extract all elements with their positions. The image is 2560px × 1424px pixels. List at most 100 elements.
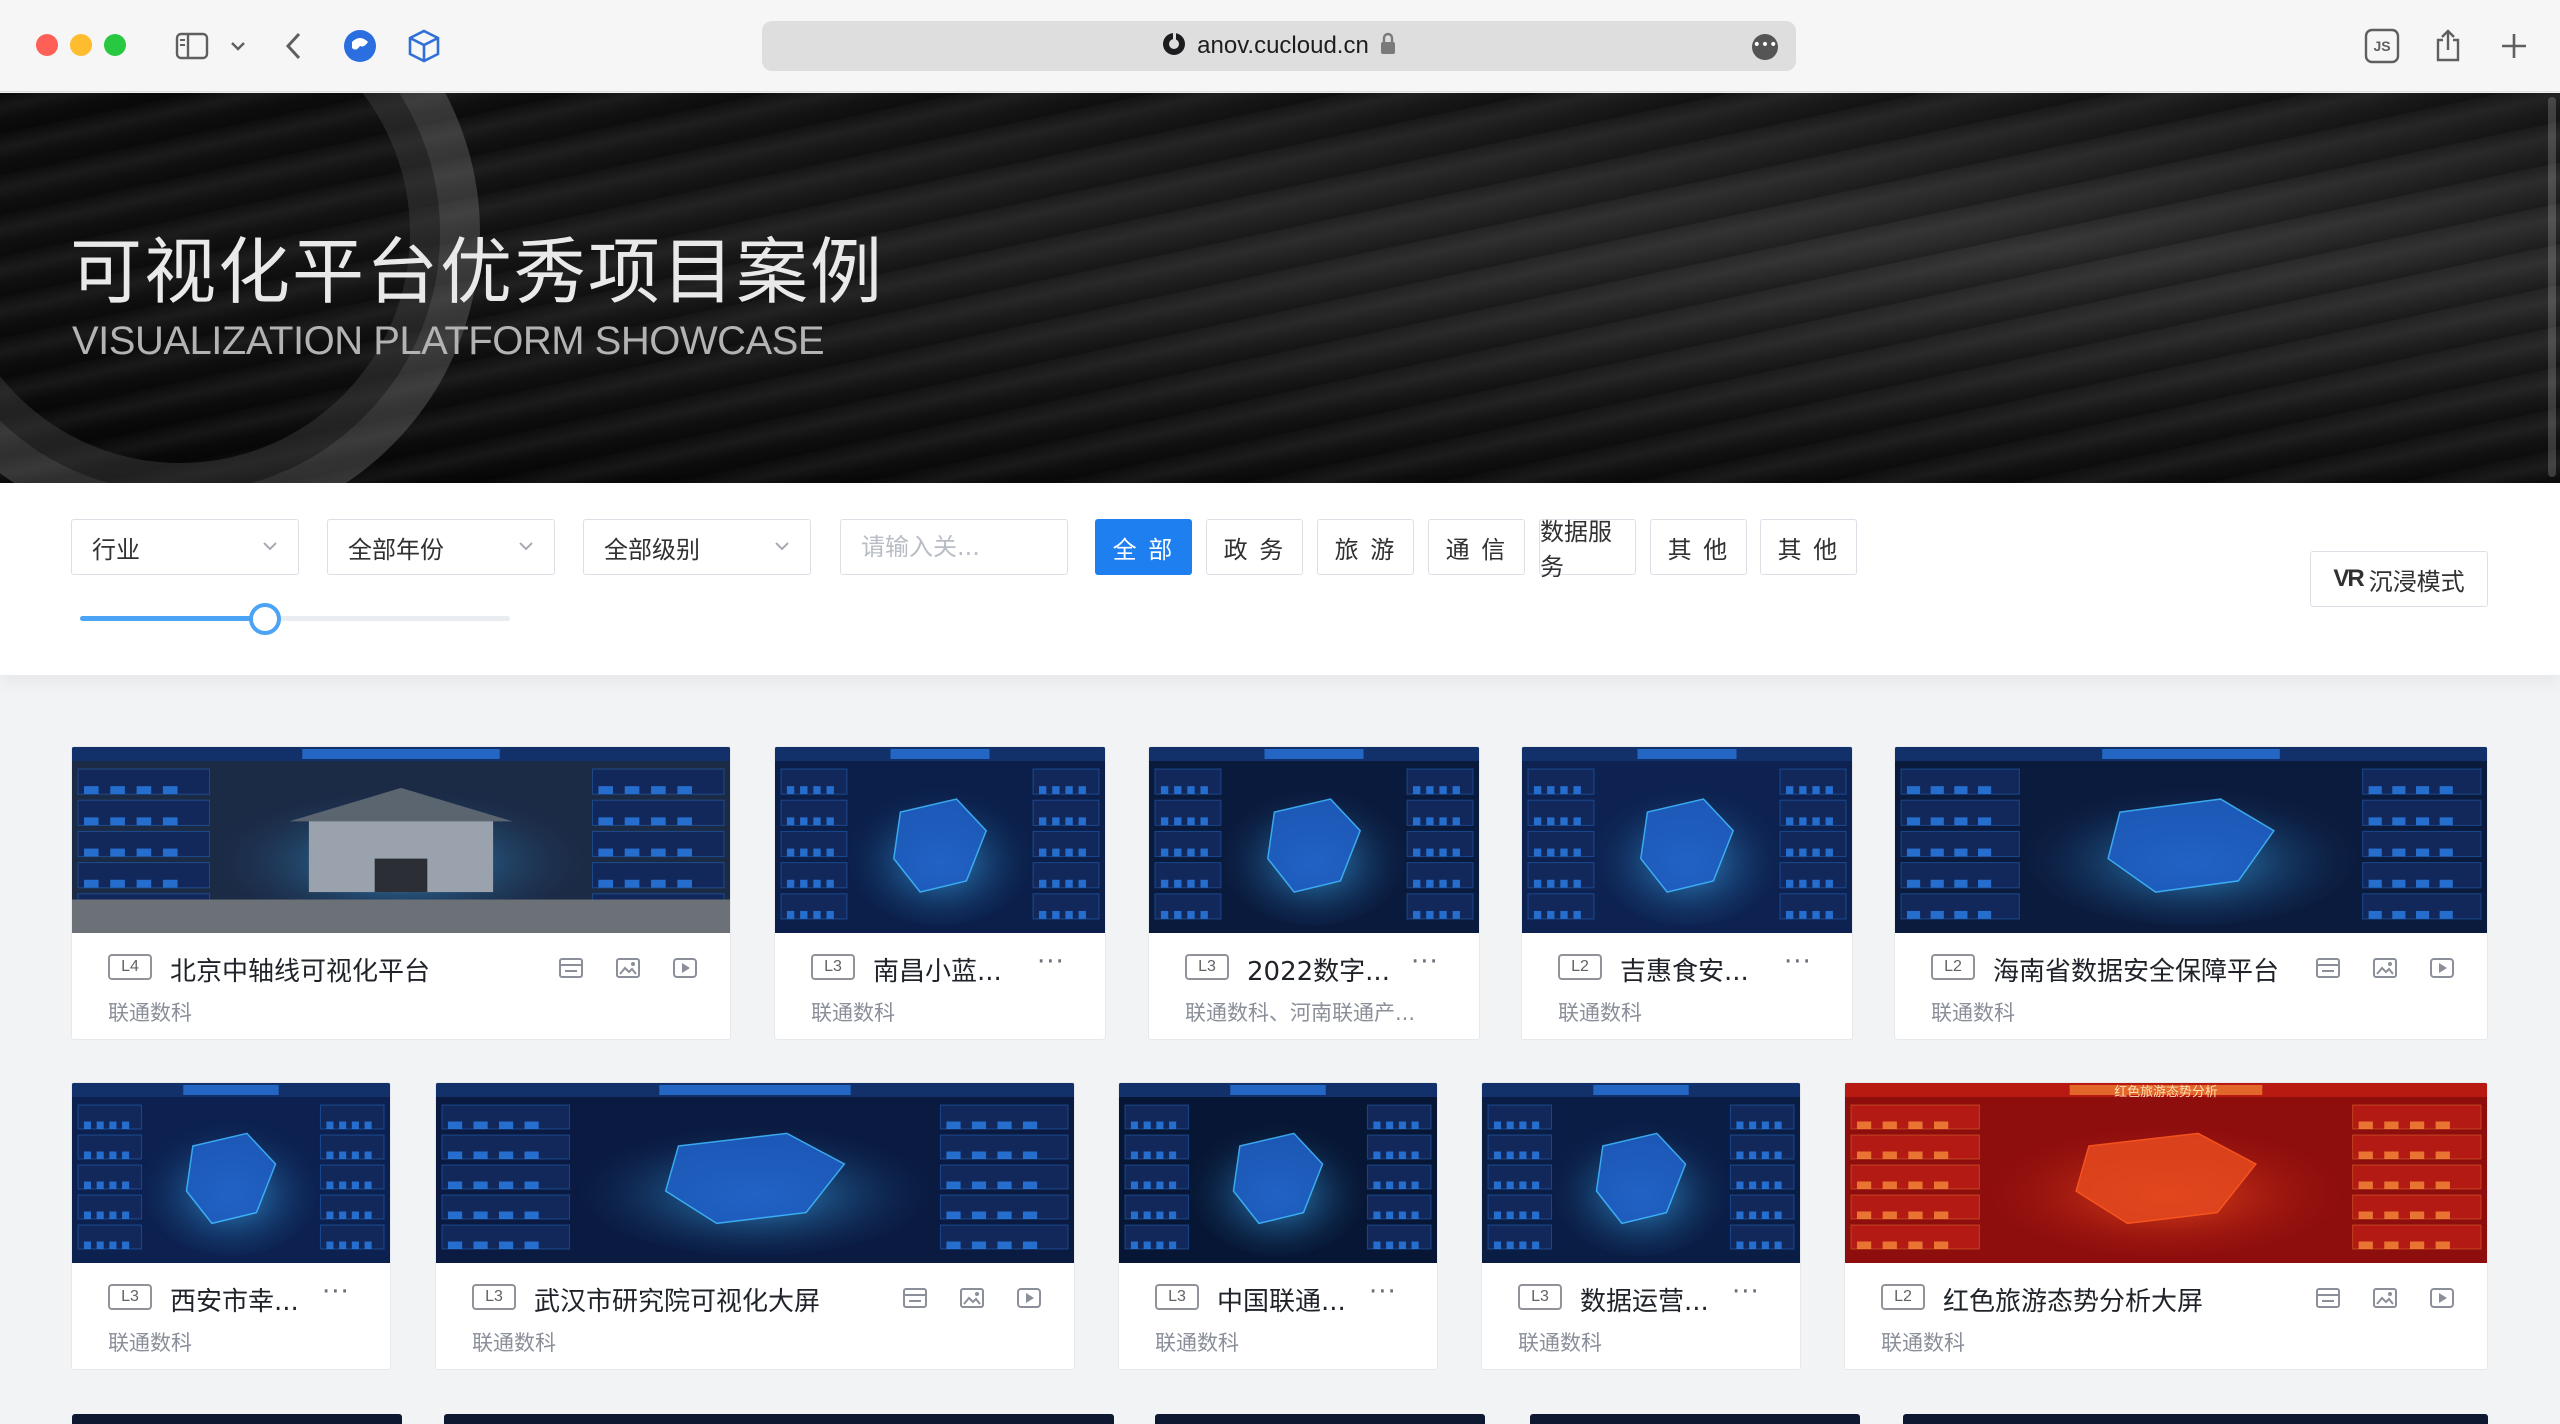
more-options-icon[interactable]: ···: [1411, 947, 1439, 977]
screenshot-icon[interactable]: [957, 1283, 987, 1313]
tag-telecom[interactable]: 通 信: [1428, 519, 1525, 575]
level-badge: L3: [1518, 1284, 1562, 1310]
project-thumbnail[interactable]: [1482, 1083, 1800, 1263]
project-title[interactable]: 数据运营...: [1580, 1281, 1709, 1318]
project-organization: 联通数科: [472, 1331, 556, 1355]
more-options-icon[interactable]: ···: [1732, 1277, 1760, 1307]
project-organization: 联通数科: [108, 1001, 192, 1025]
video-play-icon[interactable]: [1014, 1283, 1044, 1313]
site-icon: [1161, 31, 1187, 61]
project-card[interactable]: L3 武汉市研究院可视化大屏 联通数科: [435, 1082, 1075, 1370]
video-play-icon[interactable]: [2427, 1283, 2457, 1313]
page-subtitle: VISUALIZATION PLATFORM SHOWCASE: [72, 319, 825, 363]
project-card[interactable]: L3 西安市幸... 联通数科 ···: [71, 1082, 391, 1370]
address-bar[interactable]: anov.cucloud.cn •••: [762, 21, 1796, 71]
level-badge: L4: [108, 954, 152, 980]
tag-government[interactable]: 政 务: [1206, 519, 1303, 575]
project-title[interactable]: 武汉市研究院可视化大屏: [534, 1281, 820, 1318]
browser-toolbar: anov.cucloud.cn ••• JS: [0, 0, 2560, 92]
level-select-value: 全部级别: [604, 535, 700, 564]
project-thumbnail[interactable]: [72, 747, 730, 933]
screenshot-icon[interactable]: [613, 953, 643, 983]
zoom-window-button[interactable]: [104, 34, 126, 56]
extension-cube-icon[interactable]: [404, 24, 444, 68]
project-card[interactable]: L3 中国联通... 联通数科 ···: [1118, 1082, 1438, 1370]
project-title[interactable]: 南昌小蓝...: [873, 951, 1002, 988]
project-title[interactable]: 北京中轴线可视化平台: [170, 951, 430, 988]
project-thumbnail[interactable]: [72, 1083, 390, 1263]
search-input[interactable]: [840, 519, 1068, 575]
immersive-mode-label: 沉浸模式: [2368, 567, 2465, 596]
year-select-value: 全部年份: [348, 535, 444, 564]
industry-select[interactable]: 行业: [71, 519, 299, 575]
project-thumbnail[interactable]: [1522, 747, 1852, 933]
chevron-down-icon[interactable]: [228, 24, 248, 68]
page-menu-icon[interactable]: •••: [1752, 34, 1778, 60]
immersive-mode-button[interactable]: VR 沉浸模式: [2310, 551, 2488, 607]
close-window-button[interactable]: [36, 34, 58, 56]
filter-bar: 行业 全部年份 全部级别 全 部 政 务 旅 游 通 信 数据服务 其 他 其 …: [0, 483, 2560, 675]
lock-icon: [1379, 32, 1397, 60]
level-badge: L3: [1155, 1284, 1199, 1310]
project-thumbnail[interactable]: [1149, 747, 1479, 933]
more-options-icon[interactable]: ···: [1784, 947, 1812, 977]
tag-other-1[interactable]: 其 他: [1650, 519, 1747, 575]
project-card[interactable]: L3 2022数字... 联通数科、河南联通产... ···: [1148, 746, 1480, 1040]
detail-doc-icon[interactable]: [900, 1283, 930, 1313]
project-thumbnail[interactable]: 红色旅游态势分析: [1845, 1083, 2487, 1263]
project-card[interactable]: L2 海南省数据安全保障平台 联通数科: [1894, 746, 2488, 1040]
screenshot-icon[interactable]: [2370, 1283, 2400, 1313]
chevron-down-icon: [263, 542, 277, 551]
project-card[interactable]: 红色旅游态势分析 L2 红色旅游态势分析大屏 联通数科: [1844, 1082, 2488, 1370]
detail-doc-icon[interactable]: [2313, 953, 2343, 983]
project-card[interactable]: L3 南昌小蓝... 联通数科 ···: [774, 746, 1106, 1040]
year-select[interactable]: 全部年份: [327, 519, 555, 575]
project-thumbnail[interactable]: [436, 1083, 1074, 1263]
level-select[interactable]: 全部级别: [583, 519, 811, 575]
project-title[interactable]: 西安市幸...: [170, 1281, 299, 1318]
more-options-icon[interactable]: ···: [1037, 947, 1065, 977]
tag-other-2[interactable]: 其 他: [1760, 519, 1857, 575]
js-extension-icon[interactable]: JS: [2364, 24, 2400, 68]
tag-data-services[interactable]: 数据服务: [1539, 518, 1636, 581]
share-icon[interactable]: [2430, 24, 2466, 68]
project-thumbnail[interactable]: [775, 747, 1105, 933]
level-badge: L3: [108, 1284, 152, 1310]
slider-handle[interactable]: [248, 603, 281, 635]
project-card[interactable]: L2 吉惠食安... 联通数科 ···: [1521, 746, 1853, 1040]
video-play-icon[interactable]: [670, 953, 700, 983]
card-peek: [444, 1414, 1114, 1424]
project-thumbnail[interactable]: [1119, 1083, 1437, 1263]
project-title[interactable]: 中国联通...: [1217, 1281, 1346, 1318]
detail-doc-icon[interactable]: [2313, 1283, 2343, 1313]
card-peek: [1530, 1414, 1860, 1424]
video-play-icon[interactable]: [2427, 953, 2457, 983]
more-options-icon[interactable]: ···: [322, 1277, 350, 1307]
tag-all[interactable]: 全 部: [1095, 519, 1192, 575]
tag-tourism[interactable]: 旅 游: [1317, 519, 1414, 575]
project-title[interactable]: 吉惠食安...: [1620, 951, 1749, 988]
project-card[interactable]: L3 数据运营... 联通数科 ···: [1481, 1082, 1801, 1370]
extension-globe-icon[interactable]: [340, 24, 380, 68]
project-card[interactable]: L4 北京中轴线可视化平台联通数科: [71, 746, 731, 1040]
more-options-icon[interactable]: ···: [1369, 1277, 1397, 1307]
level-badge: L3: [811, 954, 855, 980]
card-peek: [72, 1414, 402, 1424]
project-thumbnail[interactable]: [1895, 747, 2487, 933]
project-title[interactable]: 2022数字...: [1247, 951, 1390, 988]
chevron-down-icon: [775, 542, 789, 551]
minimize-window-button[interactable]: [70, 34, 92, 56]
project-title[interactable]: 海南省数据安全保障平台: [1993, 951, 2279, 988]
sidebar-toggle-icon[interactable]: [170, 24, 214, 68]
scrollbar[interactable]: [2548, 97, 2556, 477]
js-label: JS: [2373, 38, 2391, 54]
screenshot-icon[interactable]: [2370, 953, 2400, 983]
level-badge: L2: [1931, 954, 1975, 980]
size-slider[interactable]: [80, 616, 510, 621]
level-badge: L2: [1558, 954, 1602, 980]
project-organization: 联通数科、河南联通产...: [1185, 1001, 1416, 1025]
detail-doc-icon[interactable]: [556, 953, 586, 983]
project-title[interactable]: 红色旅游态势分析大屏: [1943, 1281, 2203, 1318]
back-icon[interactable]: [278, 24, 308, 68]
new-tab-icon[interactable]: [2496, 24, 2532, 68]
